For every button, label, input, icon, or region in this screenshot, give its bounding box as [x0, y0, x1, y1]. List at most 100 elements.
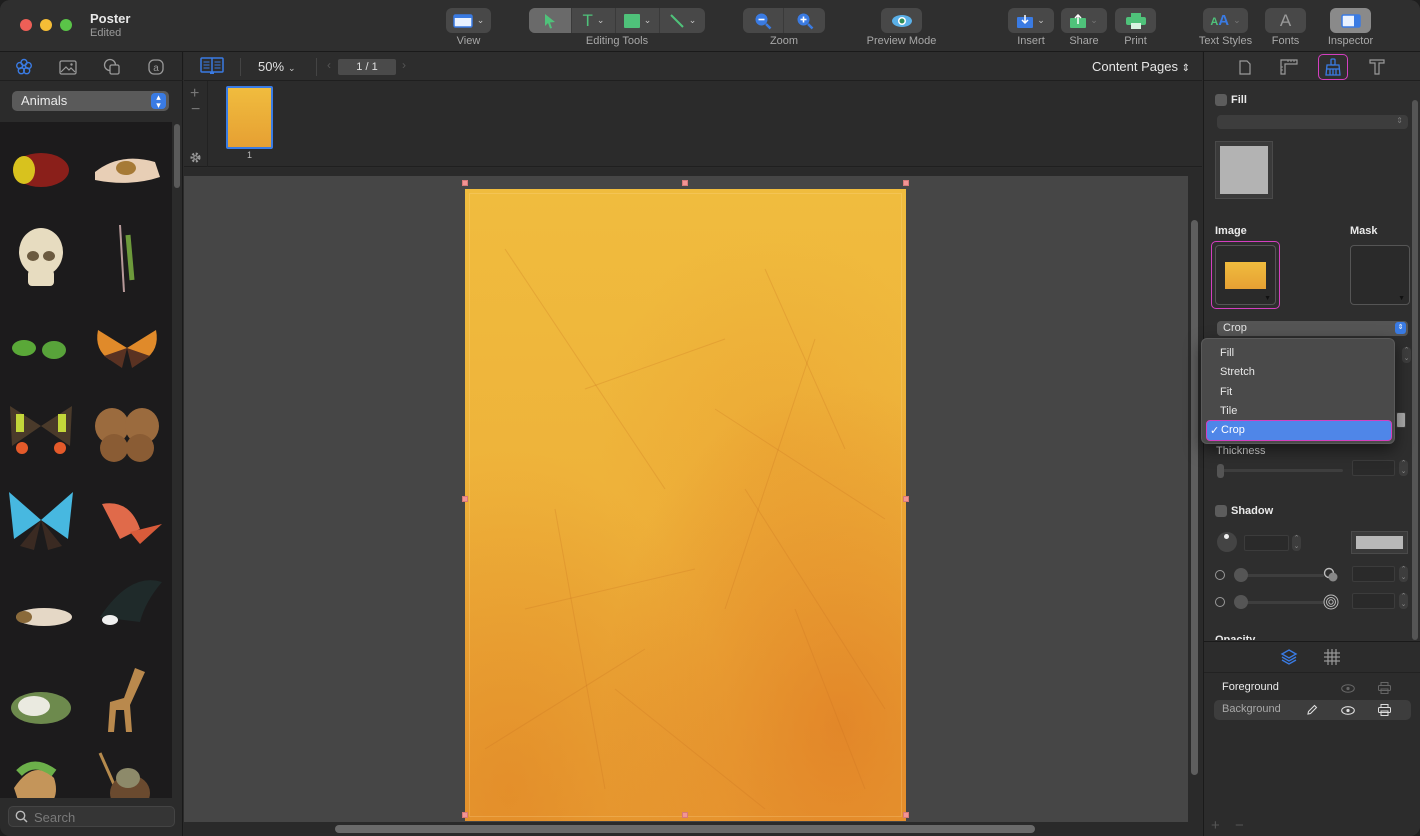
- poster-page[interactable]: [465, 189, 906, 821]
- clipart-item-sunset-moth[interactable]: [4, 396, 78, 472]
- resize-handle-top-left[interactable]: [462, 180, 468, 186]
- canvas-horizontal-scrollbar[interactable]: [335, 825, 1035, 833]
- inspector-tab-text[interactable]: [1362, 54, 1392, 80]
- add-layer-button[interactable]: +: [1211, 817, 1220, 834]
- thickness-slider-knob[interactable]: [1217, 464, 1224, 478]
- canvas[interactable]: [184, 176, 1188, 822]
- shadow-offset-knob[interactable]: [1234, 568, 1248, 582]
- clipart-item-mantis[interactable]: [90, 220, 164, 296]
- clipart-item-blue-morpho[interactable]: [4, 484, 78, 560]
- library-scrollbar[interactable]: [174, 124, 180, 188]
- remove-page-button[interactable]: −: [191, 101, 200, 119]
- clipart-item-red-butterfly[interactable]: [90, 484, 164, 560]
- shadow-angle-stepper[interactable]: ⌃ ⌄: [1292, 535, 1301, 551]
- close-window-button[interactable]: [20, 19, 32, 31]
- clipart-item-orange-butterfly[interactable]: [90, 308, 164, 384]
- resize-handle-bottom-left[interactable]: [462, 812, 468, 818]
- previous-page-button[interactable]: ‹: [327, 58, 331, 72]
- library-tab-clipart[interactable]: [14, 57, 34, 77]
- shape-tool-button[interactable]: ⌄: [616, 8, 660, 33]
- shadow-blur-knob[interactable]: [1234, 595, 1248, 609]
- clipart-item-eagle[interactable]: [90, 572, 164, 648]
- page-number-field[interactable]: 1 / 1: [338, 59, 396, 75]
- menu-item-stretch[interactable]: Stretch: [1220, 366, 1255, 378]
- text-styles-button[interactable]: AA ⌄: [1203, 8, 1248, 33]
- clipart-item-frog[interactable]: [4, 660, 78, 736]
- minimize-window-button[interactable]: [40, 19, 52, 31]
- library-tab-images[interactable]: [58, 57, 78, 77]
- resize-handle-top[interactable]: [682, 180, 688, 186]
- menu-item-crop[interactable]: ✓ Crop: [1206, 420, 1392, 441]
- clipart-item-giraffe[interactable]: [90, 660, 164, 736]
- view-button[interactable]: ⌄: [446, 8, 491, 33]
- inspector-tab-layout[interactable]: [1274, 54, 1304, 80]
- shadow-offset-stepper[interactable]: ⌃ ⌄: [1399, 566, 1408, 582]
- line-tool-button[interactable]: ⌄: [660, 8, 705, 33]
- thickness-slider[interactable]: [1217, 469, 1343, 472]
- shadow-angle-field[interactable]: [1244, 535, 1289, 551]
- shadow-blur-field[interactable]: [1352, 593, 1395, 609]
- inspector-scrollbar[interactable]: [1412, 100, 1418, 640]
- clipart-item-brown-butterfly[interactable]: [90, 396, 164, 472]
- mask-well[interactable]: ▼: [1350, 245, 1410, 305]
- resize-handle-top-right[interactable]: [903, 180, 909, 186]
- image-well[interactable]: ▼: [1215, 245, 1276, 305]
- resize-handle-right[interactable]: [903, 496, 909, 502]
- library-search-input[interactable]: Search: [8, 806, 175, 827]
- category-select[interactable]: Animals ▴ ▾: [12, 91, 169, 111]
- menu-item-fill[interactable]: Fill: [1220, 347, 1234, 359]
- clipart-item-cicada[interactable]: [4, 572, 78, 648]
- shadow-offset-slider[interactable]: [1239, 574, 1324, 577]
- fill-color-well[interactable]: [1215, 141, 1273, 199]
- zoom-in-button[interactable]: [784, 8, 825, 33]
- library-tab-symbols[interactable]: a: [146, 57, 166, 77]
- fill-checkbox[interactable]: [1215, 94, 1227, 106]
- visibility-eye-icon[interactable]: [1340, 680, 1356, 696]
- menu-item-fit[interactable]: Fit: [1220, 386, 1232, 398]
- page-thumbnail[interactable]: [226, 86, 273, 149]
- fill-type-select[interactable]: ⇕: [1217, 115, 1408, 129]
- pencil-icon[interactable]: [1304, 702, 1320, 718]
- layers-tab[interactable]: [1280, 648, 1298, 669]
- text-tool-button[interactable]: T ⌄: [572, 8, 616, 33]
- menu-item-tile[interactable]: Tile: [1220, 405, 1237, 417]
- remove-layer-button[interactable]: −: [1235, 817, 1244, 834]
- printer-icon[interactable]: [1376, 680, 1392, 696]
- insert-button[interactable]: ⌄: [1008, 8, 1054, 33]
- thickness-stepper[interactable]: ⌃ ⌄: [1399, 460, 1408, 476]
- canvas-vertical-scrollbar[interactable]: [1191, 220, 1198, 775]
- grid-tab[interactable]: [1323, 648, 1341, 669]
- preview-mode-button[interactable]: [881, 8, 922, 33]
- zoom-select[interactable]: 50% ⌄: [258, 59, 296, 74]
- next-page-button[interactable]: ›: [402, 58, 406, 72]
- resize-handle-left[interactable]: [462, 496, 468, 502]
- library-tab-shapes[interactable]: [102, 57, 122, 77]
- clipart-item-hand-with-beetle[interactable]: [90, 132, 164, 208]
- inspector-tab-style[interactable]: [1318, 54, 1348, 80]
- printer-icon[interactable]: [1376, 702, 1392, 718]
- visibility-eye-icon[interactable]: [1340, 702, 1356, 718]
- pages-selector[interactable]: Content Pages ⇕: [1092, 59, 1190, 74]
- page-settings-button[interactable]: [189, 151, 202, 167]
- clipart-item-chameleon[interactable]: [90, 748, 164, 798]
- image-mode-select[interactable]: Crop ⇕: [1217, 321, 1408, 336]
- clipart-item-skull[interactable]: [4, 220, 78, 296]
- resize-handle-bottom[interactable]: [682, 812, 688, 818]
- shadow-color-well[interactable]: [1351, 531, 1408, 554]
- layer-row-foreground[interactable]: Foreground: [1214, 678, 1411, 698]
- clipart-item-lizard[interactable]: [4, 748, 78, 798]
- zoom-out-button[interactable]: [743, 8, 784, 33]
- inspector-tab-document[interactable]: [1230, 54, 1260, 80]
- layer-row-background[interactable]: Background: [1214, 700, 1411, 720]
- clipart-item-beetle[interactable]: [4, 132, 78, 208]
- print-button[interactable]: [1115, 8, 1156, 33]
- select-tool-button[interactable]: [529, 8, 572, 33]
- share-button[interactable]: ⌄: [1061, 8, 1107, 33]
- inspector-button[interactable]: [1330, 8, 1371, 33]
- shadow-checkbox[interactable]: [1215, 505, 1227, 517]
- resize-handle-bottom-right[interactable]: [903, 812, 909, 818]
- clipart-item-green-beetles[interactable]: [4, 308, 78, 384]
- shadow-blur-stepper[interactable]: ⌃ ⌄: [1399, 593, 1408, 609]
- stroke-color-well[interactable]: [1396, 412, 1406, 428]
- shadow-offset-field[interactable]: [1352, 566, 1395, 582]
